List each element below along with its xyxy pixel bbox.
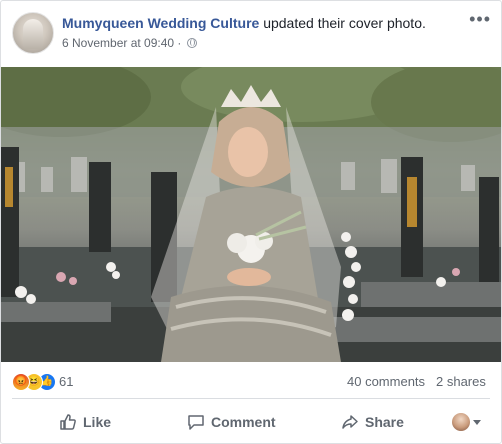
angry-reaction-icon: 😡: [12, 373, 30, 391]
chevron-down-icon[interactable]: [473, 420, 481, 425]
share-count[interactable]: 2 shares: [436, 374, 486, 389]
comment-button[interactable]: Comment: [187, 407, 276, 437]
viewer-avatar[interactable]: [452, 413, 470, 431]
comment-count[interactable]: 40 comments: [347, 374, 425, 389]
post-card: Mumyqueen Wedding Culture updated their …: [0, 0, 502, 444]
like-button[interactable]: Like: [59, 407, 111, 437]
share-button[interactable]: Share: [341, 407, 404, 437]
globe-icon: [186, 38, 197, 48]
reaction-count[interactable]: 61: [59, 374, 73, 389]
share-arrow-icon: [342, 415, 358, 429]
post-meta: 6 November at 09:40 ·: [62, 36, 197, 50]
comment-icon: [188, 415, 204, 430]
divider: [12, 398, 490, 399]
page-avatar[interactable]: [12, 12, 54, 54]
post-timestamp[interactable]: 6 November at 09:40: [62, 36, 174, 50]
page-name-link[interactable]: Mumyqueen Wedding Culture: [62, 15, 259, 31]
like-label: Like: [83, 414, 112, 430]
share-label: Share: [365, 414, 404, 430]
thumbs-up-icon: [60, 414, 76, 430]
post-title-line: Mumyqueen Wedding Culture updated their …: [62, 15, 426, 31]
action-bar: Like Comment Share: [1, 401, 501, 443]
post-action-text: updated their cover photo.: [263, 15, 426, 31]
ellipsis-icon[interactable]: •••: [469, 9, 491, 30]
comment-label: Comment: [211, 414, 276, 430]
reaction-summary: 😡 😆 👍 61 40 comments 2 shares: [1, 367, 501, 397]
cover-photo[interactable]: [1, 67, 501, 362]
post-header: Mumyqueen Wedding Culture updated their …: [1, 1, 501, 65]
